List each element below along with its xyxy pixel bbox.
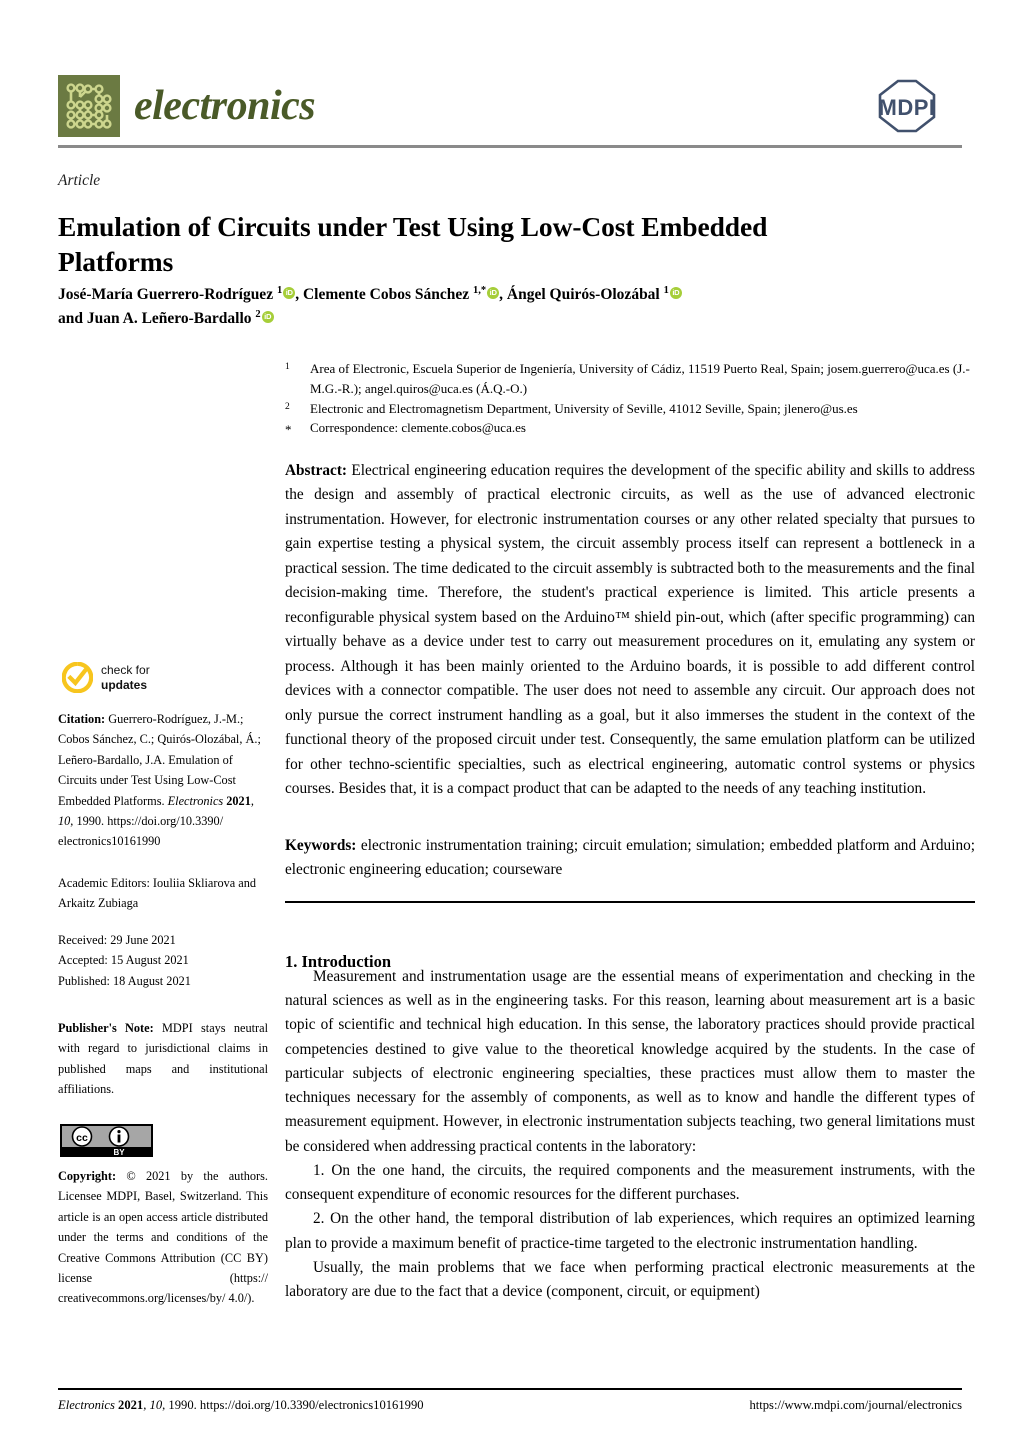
- paragraph: 2. On the other hand, the temporal distr…: [285, 1210, 975, 1252]
- header-divider: [58, 145, 962, 148]
- footer-year: 2021: [114, 1398, 144, 1412]
- orcid-icon[interactable]: iD: [669, 287, 682, 300]
- page-title: Emulation of Circuits under Test Using L…: [58, 211, 768, 277]
- citation-doi[interactable]: , 1990. https://doi.org/10.3390/ electro…: [58, 814, 223, 848]
- author-list: José-María Guerrero-Rodríguez 1 iD, Cleme…: [58, 283, 888, 330]
- keywords-text: electronic instrumentation training; cir…: [285, 837, 975, 879]
- author-name-1: José-María Guerrero-Rodríguez: [58, 286, 277, 304]
- mdpi-logo-icon: MDPI: [879, 79, 936, 133]
- publishers-note-label: Publisher's Note:: [58, 1021, 154, 1035]
- paragraph: 1. On the one hand, the circuits, the re…: [285, 1161, 975, 1204]
- body-content: Measurement and instrumentation usage ar…: [285, 965, 975, 1304]
- electronics-circuit-logo-icon: [58, 75, 120, 137]
- citation-year: 2021: [223, 793, 251, 808]
- article-type-label: Article: [58, 172, 101, 189]
- author-affiliation-marker-4: 2: [255, 308, 261, 320]
- author-affiliation-marker-2: 1,*: [473, 285, 487, 296]
- page-footer: Electronics 2021, 10, 1990. https://doi.…: [58, 1398, 962, 1413]
- academic-editors: Academic Editors: Iouliia Skliarova and …: [58, 876, 257, 911]
- check-for-updates-badge[interactable]: check for updates: [62, 662, 150, 693]
- section-divider: [285, 901, 975, 903]
- keywords-label: Keywords:: [285, 837, 357, 854]
- footer-doi[interactable]: , 1990. https://doi.org/10.3390/electron…: [162, 1398, 423, 1412]
- checkmark-circle-icon: [62, 662, 93, 693]
- copyright-text: © 2021 by the authors. Licensee MDPI, Ba…: [58, 1169, 268, 1306]
- check-for-updates-line2: updates: [101, 677, 148, 692]
- check-for-updates-line1: check for: [101, 663, 150, 678]
- author-name-4: and Juan A. Leñero-Bardallo: [58, 309, 256, 327]
- footer-journal-url[interactable]: https://www.mdpi.com/journal/electronics: [749, 1398, 962, 1413]
- affiliation-marker: 2: [285, 401, 290, 412]
- footer-divider: [58, 1388, 962, 1390]
- citation-journal: Electronics: [167, 793, 224, 808]
- citation-block: Citation: Guerrero-Rodríguez, J.-M.; Cob…: [58, 709, 268, 852]
- published-date: Published: 18 August 2021: [58, 973, 191, 988]
- creative-commons-license-icon[interactable]: cc BY: [60, 1124, 153, 1157]
- svg-text:MDPI: MDPI: [879, 95, 936, 120]
- orcid-icon[interactable]: iD: [487, 287, 500, 300]
- abstract-label: Abstract:: [285, 462, 348, 479]
- affiliation-row: * Correspondence: clemente.cobos@uca.es: [285, 418, 975, 440]
- svg-text:cc: cc: [76, 1132, 88, 1144]
- footer-volume: , 10: [143, 1398, 163, 1412]
- paragraph: Measurement and instrumentation usage ar…: [285, 968, 975, 1155]
- publication-dates: Received: 29 June 2021 Accepted: 15 Augu…: [58, 930, 268, 991]
- orcid-icon[interactable]: iD: [283, 287, 296, 300]
- journal-title: electronics: [134, 83, 316, 129]
- check-for-updates-text: check for updates: [101, 663, 150, 691]
- svg-text:BY: BY: [113, 1148, 125, 1157]
- abstract-section: Abstract: Electrical engineering educati…: [285, 459, 975, 802]
- orcid-icon[interactable]: iD: [261, 310, 274, 323]
- correspondence-marker: *: [285, 422, 292, 438]
- citation-label: Citation:: [58, 712, 106, 726]
- author-name-3: , Ángel Quirós-Olozábal: [499, 286, 664, 304]
- copyright-block: Copyright: © 2021 by the authors. Licens…: [58, 1166, 268, 1309]
- paragraph: Usually, the main problems that we face …: [285, 1258, 975, 1301]
- publishers-note: Publisher's Note: MDPI stays neutral wit…: [58, 1018, 268, 1100]
- abstract-text: Electrical engineering education require…: [285, 462, 975, 798]
- masthead: electronics MDPI: [58, 72, 962, 140]
- affiliation-marker: 1: [285, 362, 290, 372]
- footer-journal: Electronics: [58, 1398, 115, 1412]
- affiliation-row: 1 Area of Electronic, Escuela Superior d…: [285, 359, 975, 399]
- author-affiliation-marker-3: 1: [663, 285, 669, 296]
- footer-citation: Electronics 2021, 10, 1990. https://doi.…: [58, 1398, 424, 1413]
- author-name-2: , Clemente Cobos Sánchez: [295, 286, 474, 304]
- affiliation-text: Area of Electronic, Escuela Superior de …: [310, 361, 970, 396]
- affiliations-list: 1 Area of Electronic, Escuela Superior d…: [285, 359, 975, 440]
- author-affiliation-marker-1: 1: [276, 285, 283, 296]
- copyright-label: Copyright:: [58, 1169, 117, 1183]
- accepted-date: Accepted: 15 August 2021: [58, 953, 189, 968]
- document-page: electronics MDPI Article Emulation of Ci…: [0, 0, 1020, 1442]
- affiliation-text: Electronic and Electromagnetism Departme…: [310, 400, 858, 416]
- affiliation-row: 2 Electronic and Electromagnetism Depart…: [285, 399, 975, 419]
- journal-brand: electronics: [58, 75, 316, 137]
- keywords-section: Keywords: electronic instrumentation tra…: [285, 834, 975, 883]
- correspondence-text: Correspondence: clemente.cobos@uca.es: [310, 420, 526, 436]
- received-date: Received: 29 June 2021: [58, 933, 176, 947]
